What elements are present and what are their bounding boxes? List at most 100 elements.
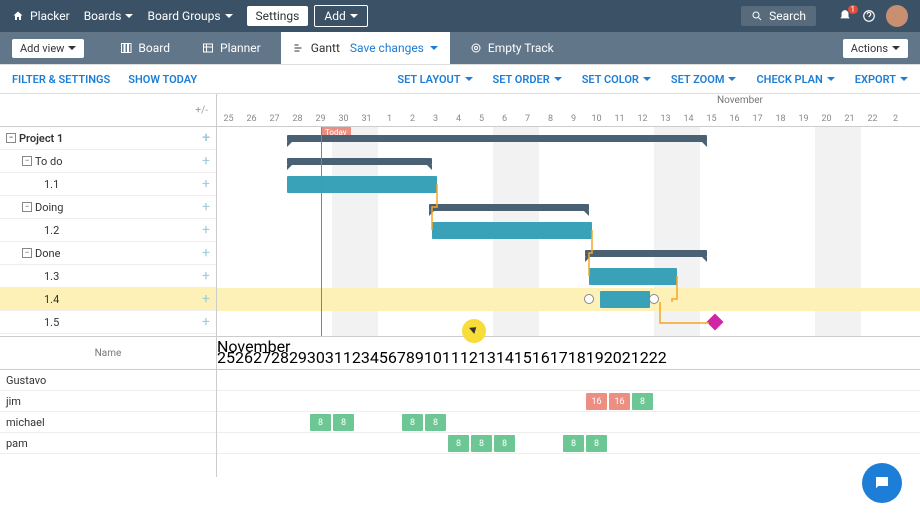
row-label: 1.2 [44, 224, 59, 237]
collapse-icon[interactable]: − [6, 133, 16, 143]
add-icon[interactable]: + [202, 291, 210, 307]
day-label: 19 [792, 114, 815, 124]
help-icon[interactable] [862, 9, 876, 23]
tree-row[interactable]: 1.3+ [0, 265, 216, 288]
day-label: 13 [478, 348, 496, 367]
tree-row[interactable]: 1.5 + [0, 311, 216, 334]
collapse-icon[interactable]: − [22, 156, 32, 166]
resource-row: 16 16 8 [217, 391, 920, 412]
row-label: 1.4 [44, 293, 59, 306]
tree-row[interactable]: −Doing+ [0, 196, 216, 219]
tree-row[interactable]: −Project 1+ [0, 127, 216, 150]
tree-row[interactable]: 1.1 + [0, 173, 216, 196]
day-label: 9 [415, 348, 424, 367]
day-label: 12 [460, 348, 478, 367]
add-icon[interactable]: + [202, 199, 210, 215]
mouse-cursor [462, 319, 486, 343]
add-icon[interactable]: + [202, 245, 210, 261]
bar-todo[interactable] [287, 158, 432, 165]
resource-name[interactable]: jim [0, 391, 216, 412]
bar-doing[interactable] [429, 204, 589, 211]
add-icon[interactable]: + [202, 268, 210, 284]
day-label: 12 [631, 114, 654, 124]
tree-row[interactable]: 1.4 + [0, 288, 216, 311]
day-label: 1 [343, 348, 352, 367]
tab-bar: Add view Board Planner Gantt Save change… [0, 32, 920, 64]
chevron-down-icon [350, 14, 358, 18]
search-input[interactable]: Search [741, 6, 816, 26]
chevron-down-icon [827, 77, 835, 81]
set-layout-button[interactable]: SET LAYOUT [397, 73, 472, 86]
resource-name[interactable]: pam [0, 433, 216, 454]
chat-icon [873, 474, 891, 492]
bar-1-3[interactable] [589, 268, 677, 285]
show-today-button[interactable]: SHOW TODAY [128, 73, 197, 86]
add-icon[interactable]: + [202, 153, 210, 169]
notifications-icon[interactable]: 1 [838, 9, 852, 23]
nav-boards[interactable]: Boards [84, 9, 134, 23]
drag-handle-left[interactable] [584, 294, 594, 304]
day-label: 25 [217, 348, 235, 367]
collapse-icon[interactable]: − [22, 202, 32, 212]
day-label: 2 [658, 348, 667, 367]
timeline-header: November 2526272829303112345678910111213… [217, 94, 920, 127]
board-icon [120, 42, 132, 54]
day-label: 5 [379, 348, 388, 367]
add-icon[interactable]: + [202, 176, 210, 192]
day-label: 28 [286, 114, 309, 124]
resource-name[interactable]: Gustavo [0, 370, 216, 391]
chevron-down-icon [430, 46, 438, 50]
collapse-icon[interactable]: − [22, 248, 32, 258]
row-label: To do [35, 155, 63, 168]
bar-done[interactable] [585, 250, 707, 257]
bar-1-4[interactable] [600, 291, 650, 308]
add-view-button[interactable]: Add view [12, 39, 84, 58]
avatar[interactable] [886, 5, 908, 27]
tree-header: +/- [0, 94, 216, 127]
filter-settings-button[interactable]: FILTER & SETTINGS [12, 73, 110, 86]
export-button[interactable]: EXPORT [855, 73, 908, 86]
chevron-down-icon [125, 14, 133, 18]
tree-row[interactable]: 1.2 + [0, 219, 216, 242]
add-icon[interactable]: + [202, 222, 210, 238]
load-cell: 8 [586, 435, 607, 452]
add-icon[interactable]: + [202, 314, 210, 330]
set-order-button[interactable]: SET ORDER [493, 73, 562, 86]
set-zoom-button[interactable]: SET ZOOM [671, 73, 737, 86]
day-label: 31 [355, 114, 378, 124]
drag-handle-right[interactable] [649, 294, 659, 304]
tree-row[interactable]: −Done+ [0, 242, 216, 265]
tab-board[interactable]: Board [108, 32, 182, 64]
day-label: 26 [240, 114, 263, 124]
topbar: Placker Boards Board Groups Settings Add… [0, 0, 920, 32]
tab-empty-track[interactable]: Empty Track [458, 32, 566, 64]
resource-name[interactable]: michael [0, 412, 216, 433]
save-changes-link[interactable]: Save changes [350, 41, 424, 55]
day-label: 21 [622, 348, 640, 367]
add-icon[interactable]: + [202, 130, 210, 146]
milestone-1-5[interactable] [707, 314, 724, 331]
day-label: 14 [677, 114, 700, 124]
set-color-button[interactable]: SET COLOR [582, 73, 651, 86]
add-button[interactable]: Add [314, 5, 367, 27]
bar-1-2[interactable] [432, 222, 592, 239]
resource-timeline[interactable]: November 2526272829303112345678910111213… [217, 337, 920, 477]
tree-row[interactable]: −To do + [0, 150, 216, 173]
day-label: 10 [424, 348, 442, 367]
settings-button[interactable]: Settings [247, 6, 309, 26]
day-label: 29 [309, 114, 332, 124]
bar-1-1[interactable] [287, 176, 437, 193]
brand[interactable]: Placker [12, 9, 70, 23]
nav-board-groups[interactable]: Board Groups [147, 9, 232, 23]
check-plan-button[interactable]: CHECK PLAN [756, 73, 834, 86]
chat-widget[interactable] [862, 463, 902, 503]
load-cell: 8 [310, 414, 331, 431]
gantt-timeline[interactable]: November 2526272829303112345678910111213… [217, 94, 920, 336]
day-label: 1 [378, 114, 401, 124]
bar-project1[interactable] [287, 135, 707, 142]
tab-planner[interactable]: Planner [190, 32, 273, 64]
row-label: 1.5 [44, 316, 59, 329]
tab-gantt[interactable]: Gantt Save changes [281, 32, 450, 64]
row-label: 1.1 [44, 178, 59, 191]
actions-button[interactable]: Actions [843, 39, 908, 58]
